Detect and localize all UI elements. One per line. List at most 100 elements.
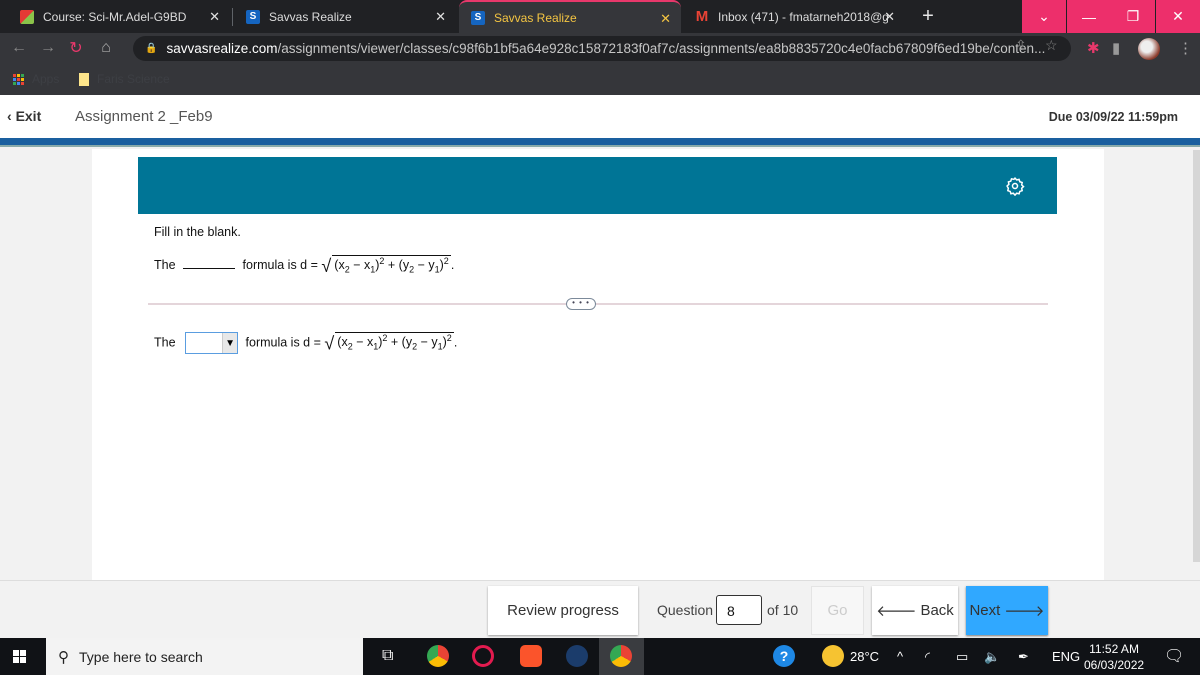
pen-icon[interactable]: ✒ (1018, 649, 1029, 665)
tab-savvas-1[interactable]: S Savvas Realize ✕ (234, 0, 456, 33)
close-tab-icon[interactable]: ✕ (435, 9, 446, 25)
tab-gmail[interactable]: M Inbox (471) - fmatarneh2018@gm ✕ (683, 0, 905, 33)
search-placeholder: Type here to search (79, 648, 203, 665)
tab-course[interactable]: Course: Sci-Mr.Adel-G9BD ✕ (8, 0, 230, 33)
extensions-puzzle-icon[interactable]: ✱ (1087, 39, 1100, 57)
windows-start-icon[interactable] (13, 650, 26, 663)
browser-tab-strip: Course: Sci-Mr.Adel-G9BD ✕ S Savvas Real… (0, 0, 1200, 33)
reload-icon[interactable]: ↻ (66, 38, 86, 58)
course-favicon-icon (20, 9, 34, 24)
review-progress-button[interactable]: Review progress (488, 586, 638, 635)
back-arrow-icon[interactable]: ← (9, 38, 29, 58)
home-icon[interactable]: ⌂ (96, 38, 116, 58)
expand-dots-button[interactable]: • • • (566, 298, 596, 310)
bookmark-star-icon[interactable]: ☆ (1045, 37, 1058, 54)
chrome-profile-icon[interactable] (610, 645, 632, 667)
question-number-input[interactable]: 8 (716, 595, 762, 625)
next-label: Next (969, 602, 1001, 619)
section-divider (148, 303, 1048, 305)
tab-title: Inbox (471) - fmatarneh2018@gm (718, 9, 888, 24)
savvas-favicon-icon: S (246, 9, 260, 24)
volume-icon[interactable]: 🔈 (984, 649, 1000, 665)
bookmark-label: Faris Science (97, 72, 170, 86)
question-prompt: The formula is d = √ (x2 − x1)2 + (y2 − y… (154, 255, 455, 277)
gmail-favicon-icon: M (695, 8, 709, 25)
due-date: Due 03/09/22 11:59pm (1048, 110, 1178, 124)
battery-icon[interactable]: ▭ (956, 649, 968, 665)
share-icon[interactable]: ⇪ (1015, 37, 1027, 54)
opera-icon[interactable] (472, 645, 494, 667)
tab-search-button[interactable]: ⌄ (1022, 0, 1066, 33)
answer-dropdown[interactable]: ▼ (185, 332, 239, 354)
tray-chevron-up-icon[interactable]: ^ (897, 649, 903, 664)
search-icon: ⚲ (58, 648, 69, 666)
assignment-header: ‹ Exit Assignment 2 _Feb9 Due 03/09/22 1… (0, 95, 1200, 138)
chrome-icon[interactable] (427, 645, 449, 667)
forward-arrow-icon[interactable]: → (38, 38, 58, 58)
sqrt-icon: √ (321, 256, 332, 277)
dropdown-arrow-icon[interactable]: ▼ (222, 333, 238, 353)
clock-time: 11:52 AM (1089, 642, 1139, 656)
question-label: Question (657, 602, 714, 618)
language-indicator[interactable]: ENG (1052, 649, 1080, 664)
help-icon[interactable]: ? (773, 645, 795, 667)
assignment-footer: Review progress Question 8 of 10 Go 🡐 Ba… (0, 580, 1200, 636)
bookmark-faris-science[interactable]: Faris Science (79, 72, 170, 86)
url-host: savvasrealize.com (166, 41, 278, 56)
prompt-prefix: The (154, 335, 176, 350)
steam-icon[interactable] (566, 645, 588, 667)
side-panel-icon[interactable]: ▮ (1112, 39, 1120, 57)
answer-row: The ▼ formula is d = √ (x2 − x1)2 + (y2 −… (154, 332, 458, 354)
minimize-button[interactable]: — (1067, 0, 1111, 33)
distance-formula: (x2 − x1)2 + (y2 − y1)2 (332, 255, 451, 275)
clock[interactable]: 11:52 AM 06/03/2022 (1084, 641, 1144, 673)
clock-date: 06/03/2022 (1084, 658, 1145, 672)
back-button[interactable]: 🡐 Back (872, 586, 958, 635)
wifi-icon[interactable]: ◜ (925, 649, 930, 665)
prompt-middle: formula is d = (242, 258, 318, 273)
restore-button[interactable]: ❐ (1111, 0, 1155, 33)
sqrt-icon: √ (324, 333, 335, 354)
tab-savvas-active[interactable]: S Savvas Realize ✕ (459, 0, 681, 33)
tab-title: Course: Sci-Mr.Adel-G9BD (43, 9, 187, 24)
go-button[interactable]: Go (811, 586, 864, 635)
close-tab-icon[interactable]: ✕ (209, 9, 220, 25)
instruction-text: Fill in the blank. (154, 225, 241, 239)
next-button[interactable]: Next 🡒 (966, 586, 1048, 635)
prompt-prefix: The (154, 258, 176, 273)
lock-icon: 🔒 (145, 43, 158, 54)
prompt-middle: formula is d = (245, 335, 321, 350)
exit-button[interactable]: ‹ Exit (7, 108, 41, 124)
weather-sun-icon[interactable] (822, 645, 844, 667)
page-scrollbar[interactable] (1193, 150, 1200, 562)
arrow-right-icon: 🡒 (1004, 603, 1045, 620)
savvas-favicon-icon: S (471, 10, 485, 25)
assignment-title: Assignment 2 _Feb9 (75, 108, 213, 125)
question-banner (138, 157, 1057, 214)
gear-icon[interactable] (1005, 176, 1025, 196)
close-tab-icon[interactable]: ✕ (884, 9, 895, 25)
profile-avatar[interactable] (1138, 38, 1160, 60)
close-tab-icon[interactable]: ✕ (660, 11, 671, 27)
url-path: /assignments/viewer/classes/c98f6b1bf5a6… (277, 41, 1046, 56)
close-window-button[interactable]: ✕ (1156, 0, 1200, 33)
exit-label: Exit (15, 108, 42, 124)
bookmarks-bar: Apps Faris Science (0, 64, 1200, 95)
weather-temp[interactable]: 28°C (850, 649, 879, 664)
arrow-left-icon: 🡐 (876, 603, 917, 620)
menu-kebab-icon[interactable]: ⋮ (1178, 39, 1193, 57)
new-tab-button[interactable]: + (915, 3, 941, 29)
address-bar[interactable]: 🔒 savvasrealize.com /assignments/viewer/… (133, 36, 1071, 61)
task-view-icon[interactable]: ⧉ (382, 647, 393, 665)
question-content: Fill in the blank. The formula is d = √(… (92, 149, 1104, 580)
bookmark-label: Apps (32, 72, 60, 86)
tab-title: Savvas Realize (494, 10, 577, 25)
back-label: Back (920, 602, 954, 619)
answer-blank (183, 257, 236, 270)
notifications-icon[interactable]: 🗨 (1164, 646, 1184, 666)
bookmark-apps[interactable]: Apps (13, 72, 59, 86)
brave-icon[interactable] (520, 645, 542, 667)
chevron-left-icon: ‹ (7, 108, 16, 124)
browser-toolbar: ← → ↻ ⌂ 🔒 savvasrealize.com /assignments… (0, 33, 1200, 64)
taskbar-search[interactable]: ⚲ Type here to search (46, 638, 363, 675)
